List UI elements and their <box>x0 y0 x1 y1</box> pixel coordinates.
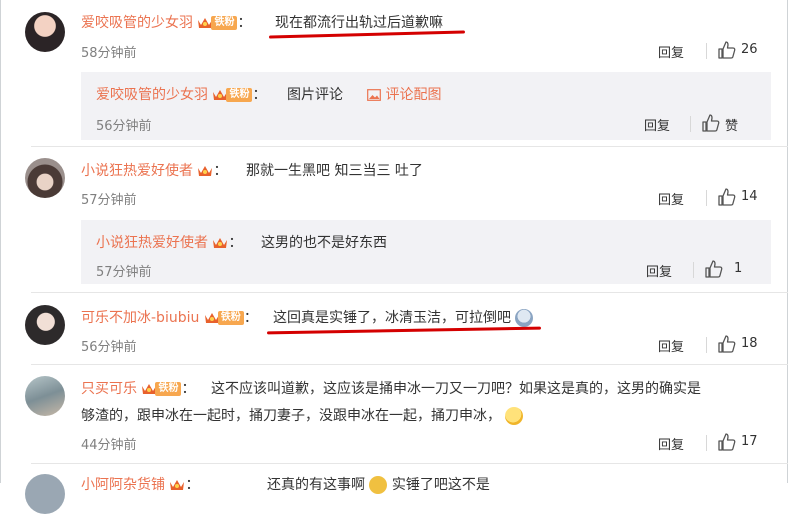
thumbs-up-icon[interactable] <box>717 334 737 354</box>
avatar[interactable] <box>25 474 65 514</box>
comment-text: 现在都流行出轨过后道歉嘛 <box>275 15 443 31</box>
thinking-emoji-icon <box>505 407 524 425</box>
avatar[interactable] <box>25 12 65 52</box>
comment-time: 44分钟前 <box>81 438 137 453</box>
like-count: 14 <box>741 189 758 204</box>
like-label: 赞 <box>725 119 739 134</box>
reply-button[interactable]: 回复 <box>646 261 672 280</box>
separator <box>706 435 707 451</box>
divider <box>31 463 788 464</box>
subreply-time: 57分钟前 <box>96 265 152 280</box>
separator <box>690 116 691 132</box>
divider <box>31 292 788 293</box>
separator <box>706 190 707 206</box>
like-count: 26 <box>741 42 758 57</box>
comment-username[interactable]: 小阿阿杂货铺 ： <box>81 474 199 494</box>
shocked-emoji-icon <box>515 309 534 327</box>
reply-button[interactable]: 回复 <box>658 189 684 208</box>
thumbs-up-icon[interactable] <box>717 40 737 60</box>
image-comment-link[interactable]: 评论配图 <box>367 84 441 104</box>
thumbs-up-icon[interactable] <box>701 113 721 133</box>
comment-time: 58分钟前 <box>81 46 137 61</box>
fan-badge: 铁粉 <box>217 311 244 325</box>
divider <box>31 146 788 147</box>
comment-text-line1: 这不应该叫道歉，这应该是捅申冰一刀又一刀吧？如果这是真的，这男的确实是 <box>211 381 701 397</box>
comment-text: 还真的有这事啊 实锤了吧这不是 <box>267 476 490 494</box>
avatar[interactable] <box>25 158 65 198</box>
reply-button[interactable]: 回复 <box>658 336 684 355</box>
image-icon <box>367 89 381 101</box>
avatar[interactable] <box>25 305 65 345</box>
reply-button[interactable]: 回复 <box>658 42 684 61</box>
subreply-time: 56分钟前 <box>96 119 152 134</box>
thumbs-up-icon[interactable] <box>717 432 737 452</box>
reply-button[interactable]: 回复 <box>644 115 670 134</box>
comment-username[interactable]: 小说狂热爱好使者 ： <box>81 160 227 180</box>
separator <box>706 337 707 353</box>
like-count: 18 <box>741 336 758 351</box>
divider <box>31 364 788 365</box>
comment-username[interactable]: 爱咬吸管的少女羽 铁粉： <box>81 12 251 32</box>
subreply-username[interactable]: 小说狂热爱好使者 ： <box>96 232 242 252</box>
thumbs-up-icon[interactable] <box>717 187 737 207</box>
separator <box>693 262 694 278</box>
vip-crown-icon <box>170 480 185 490</box>
separator <box>706 43 707 59</box>
subreply-text: 这男的也不是好东西 <box>261 235 387 251</box>
fan-badge: 铁粉 <box>155 382 182 396</box>
like-count: 17 <box>741 434 758 449</box>
subreply-text: 图片评论 <box>287 87 343 103</box>
vip-crown-icon <box>213 238 228 248</box>
highlight-underline <box>266 326 542 335</box>
comment-list: 爱咬吸管的少女羽 铁粉： 现在都流行出轨过后道歉嘛 58分钟前 回复 26 爱咬… <box>0 0 788 514</box>
subreply-username[interactable]: 爱咬吸管的少女羽 铁粉： <box>96 84 266 104</box>
comment-text-line2: 够渣的，跟申冰在一起时，捅刀妻子，没跟申冰在一起，捅刀申冰， <box>81 405 524 425</box>
comment-text: 那就一生黑吧 知三当三 吐了 <box>246 163 423 179</box>
fan-badge: 铁粉 <box>226 88 253 102</box>
comment-username[interactable]: 只买可乐 铁粉： <box>81 378 195 398</box>
comment-text: 这回真是实锤了，冰清玉洁，可拉倒吧 <box>273 307 534 327</box>
reply-button[interactable]: 回复 <box>658 434 684 453</box>
fan-badge: 铁粉 <box>211 16 238 30</box>
comment-time: 56分钟前 <box>81 340 137 355</box>
emoji-icon <box>369 476 388 494</box>
comment-username[interactable]: 可乐不加冰-biubiu 铁粉： <box>81 307 258 327</box>
comment-time: 57分钟前 <box>81 193 137 208</box>
avatar[interactable] <box>25 376 65 416</box>
vip-crown-icon <box>198 166 213 176</box>
thumbs-up-icon[interactable] <box>704 259 724 279</box>
like-count: 1 <box>734 261 743 276</box>
